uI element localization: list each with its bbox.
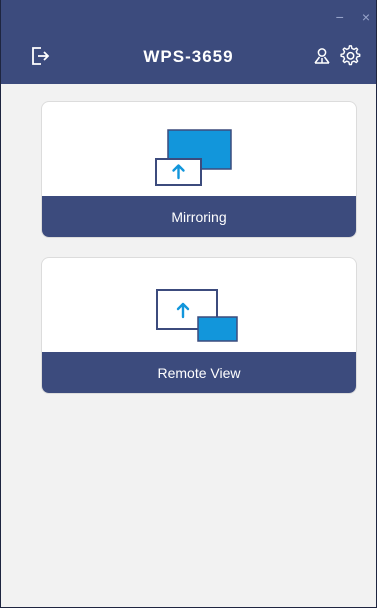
remote-view-card[interactable]: Remote View — [41, 257, 357, 394]
user-button[interactable] — [312, 46, 332, 66]
settings-button[interactable] — [340, 45, 362, 67]
card-art — [42, 102, 356, 197]
remote-view-label: Remote View — [42, 352, 356, 393]
close-button[interactable]: × — [362, 10, 370, 24]
mirroring-label: Mirroring — [42, 196, 356, 237]
app-window: − × WPS-3659 Mirroring Remote View — [0, 0, 377, 608]
mirroring-icon — [155, 129, 232, 186]
mirroring-card[interactable]: Mirroring — [41, 101, 357, 238]
header-bar: − × WPS-3659 — [1, 0, 376, 84]
header-row: WPS-3659 — [1, 42, 376, 72]
gear-icon — [340, 45, 361, 66]
minimize-button[interactable]: − — [336, 10, 344, 24]
remote-view-icon — [156, 289, 238, 342]
card-art — [42, 258, 356, 353]
user-icon — [314, 48, 330, 64]
window-controls: − × — [336, 10, 370, 24]
